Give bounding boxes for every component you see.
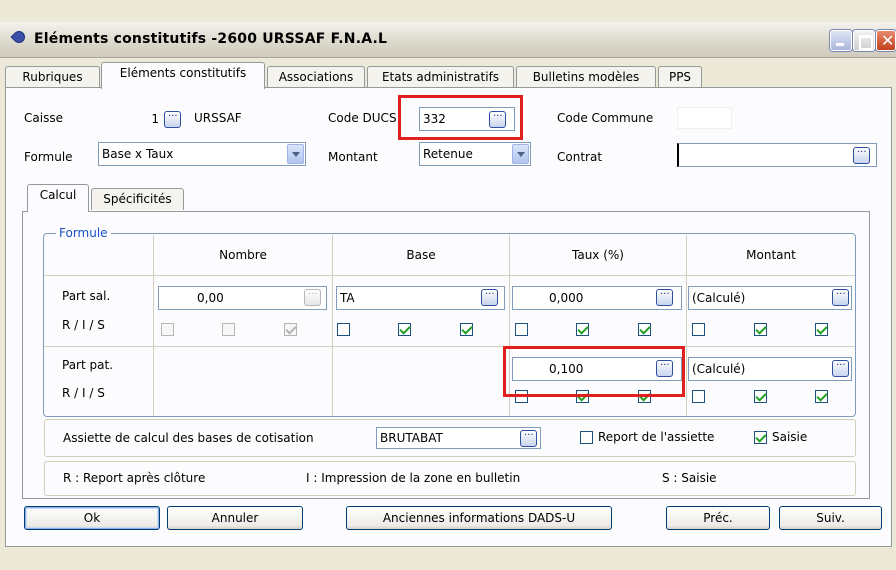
- anciennes-informations-button[interactable]: Anciennes informations DADS-U: [346, 506, 612, 530]
- code-commune-field[interactable]: [677, 107, 732, 129]
- contrat-field[interactable]: [677, 143, 877, 167]
- part-pat-montant-i-checkbox[interactable]: [754, 390, 767, 403]
- formule-dropdown-icon[interactable]: [287, 144, 304, 164]
- grid-divider: [686, 235, 687, 416]
- caisse-field[interactable]: 1: [103, 108, 163, 130]
- part-sal-nombre-r-checkbox: [161, 323, 174, 336]
- code-commune-label: Code Commune: [557, 111, 654, 125]
- window-title: Eléments constitutifs -2600 URSSAF F.N.A…: [34, 31, 388, 47]
- next-button[interactable]: Suiv.: [779, 506, 882, 530]
- formule-label: Formule: [24, 150, 73, 164]
- caisse-lookup-button[interactable]: [164, 108, 181, 128]
- caisse-label: Caisse: [24, 111, 63, 125]
- part-sal-base-i-checkbox[interactable]: [398, 323, 411, 336]
- maximize-button[interactable]: [853, 30, 875, 51]
- part-pat-taux-r-checkbox[interactable]: [515, 390, 528, 403]
- column-header-montant: Montant: [746, 248, 796, 262]
- part-sal-montant-lookup-button[interactable]: [832, 286, 849, 306]
- part-sal-montant-s-checkbox[interactable]: [815, 323, 828, 336]
- tab-bulletins-modeles[interactable]: Bulletins modèles: [516, 66, 656, 88]
- part-pat-ris-label: R / I / S: [62, 386, 105, 400]
- part-sal-taux-s-checkbox[interactable]: [638, 323, 651, 336]
- caisse-name: URSSAF: [194, 111, 242, 125]
- legend-r: R : Report après clôture: [63, 471, 206, 485]
- legend-s: S : Saisie: [662, 471, 717, 485]
- code-ducs-label: Code DUCS: [328, 111, 397, 125]
- column-header-nombre: Nombre: [219, 248, 267, 262]
- close-button[interactable]: ✕: [876, 30, 896, 51]
- grid-divider: [332, 235, 333, 416]
- assiette-label: Assiette de calcul des bases de cotisati…: [63, 431, 314, 445]
- part-sal-base-lookup-button[interactable]: [481, 286, 498, 306]
- tab-rubriques[interactable]: Rubriques: [5, 66, 100, 88]
- part-sal-montant-i-checkbox[interactable]: [754, 323, 767, 336]
- part-sal-montant-field[interactable]: (Calculé): [688, 286, 852, 310]
- column-header-taux: Taux (%): [572, 248, 624, 262]
- part-sal-nombre-s-checkbox: [284, 323, 297, 336]
- part-sal-taux-i-checkbox[interactable]: [576, 323, 589, 336]
- part-sal-base-field[interactable]: TA: [336, 286, 505, 310]
- part-sal-label: Part sal.: [62, 289, 111, 303]
- code-ducs-lookup-button[interactable]: [489, 108, 506, 128]
- formule-legend: Formule: [56, 226, 111, 240]
- tab-elements-constitutifs[interactable]: Eléments constitutifs: [101, 62, 265, 89]
- part-sal-nombre-field[interactable]: 0,00: [158, 286, 327, 310]
- tab-etats-administratifs[interactable]: Etats administratifs: [367, 66, 514, 88]
- previous-button[interactable]: Préc.: [666, 506, 770, 530]
- ok-button[interactable]: Ok: [24, 506, 160, 530]
- part-sal-nombre-i-checkbox: [222, 323, 235, 336]
- grid-divider: [509, 235, 510, 416]
- legend-i: I : Impression de la zone en bulletin: [306, 471, 521, 485]
- part-pat-montant-s-checkbox[interactable]: [815, 390, 828, 403]
- grid-divider: [44, 275, 855, 276]
- part-pat-label: Part pat.: [62, 358, 113, 372]
- part-pat-montant-lookup-button[interactable]: [832, 357, 849, 377]
- part-sal-montant-r-checkbox[interactable]: [692, 323, 705, 336]
- column-header-base: Base: [406, 248, 436, 262]
- tab-calcul[interactable]: Calcul: [27, 184, 89, 212]
- assiette-field[interactable]: BRUTABAT: [376, 427, 541, 449]
- contrat-lookup-button[interactable]: [853, 144, 870, 164]
- assiette-lookup-button[interactable]: [520, 427, 537, 447]
- report-assiette-label: Report de l'assiette: [598, 430, 715, 444]
- part-sal-taux-r-checkbox[interactable]: [515, 323, 528, 336]
- part-sal-nombre-lookup-button: [304, 286, 321, 306]
- close-icon: ✕: [881, 31, 895, 50]
- part-sal-base-s-checkbox[interactable]: [460, 323, 473, 336]
- tab-specificites[interactable]: Spécificités: [91, 188, 184, 210]
- part-sal-ris-label: R / I / S: [62, 318, 105, 332]
- part-sal-taux-lookup-button[interactable]: [656, 286, 673, 306]
- formule-select[interactable]: Base x Taux: [98, 142, 306, 166]
- montant-dropdown-icon[interactable]: [512, 144, 529, 164]
- tab-associations[interactable]: Associations: [267, 66, 365, 88]
- part-pat-taux-lookup-button[interactable]: [656, 357, 673, 377]
- contrat-label: Contrat: [557, 150, 603, 164]
- part-pat-taux-s-checkbox[interactable]: [638, 390, 651, 403]
- grid-divider: [153, 235, 154, 416]
- report-assiette-checkbox[interactable]: [580, 431, 593, 444]
- montant-label: Montant: [328, 150, 378, 164]
- saisie-label: Saisie: [772, 430, 808, 444]
- part-pat-montant-r-checkbox[interactable]: [692, 390, 705, 403]
- part-sal-base-r-checkbox[interactable]: [337, 323, 350, 336]
- minimize-button[interactable]: [830, 30, 852, 51]
- cancel-button[interactable]: Annuler: [167, 506, 303, 530]
- grid-divider: [44, 346, 855, 347]
- tab-pps[interactable]: PPS: [658, 66, 702, 88]
- part-pat-taux-i-checkbox[interactable]: [576, 390, 589, 403]
- part-pat-montant-field[interactable]: (Calculé): [688, 357, 852, 381]
- saisie-checkbox[interactable]: [754, 431, 767, 444]
